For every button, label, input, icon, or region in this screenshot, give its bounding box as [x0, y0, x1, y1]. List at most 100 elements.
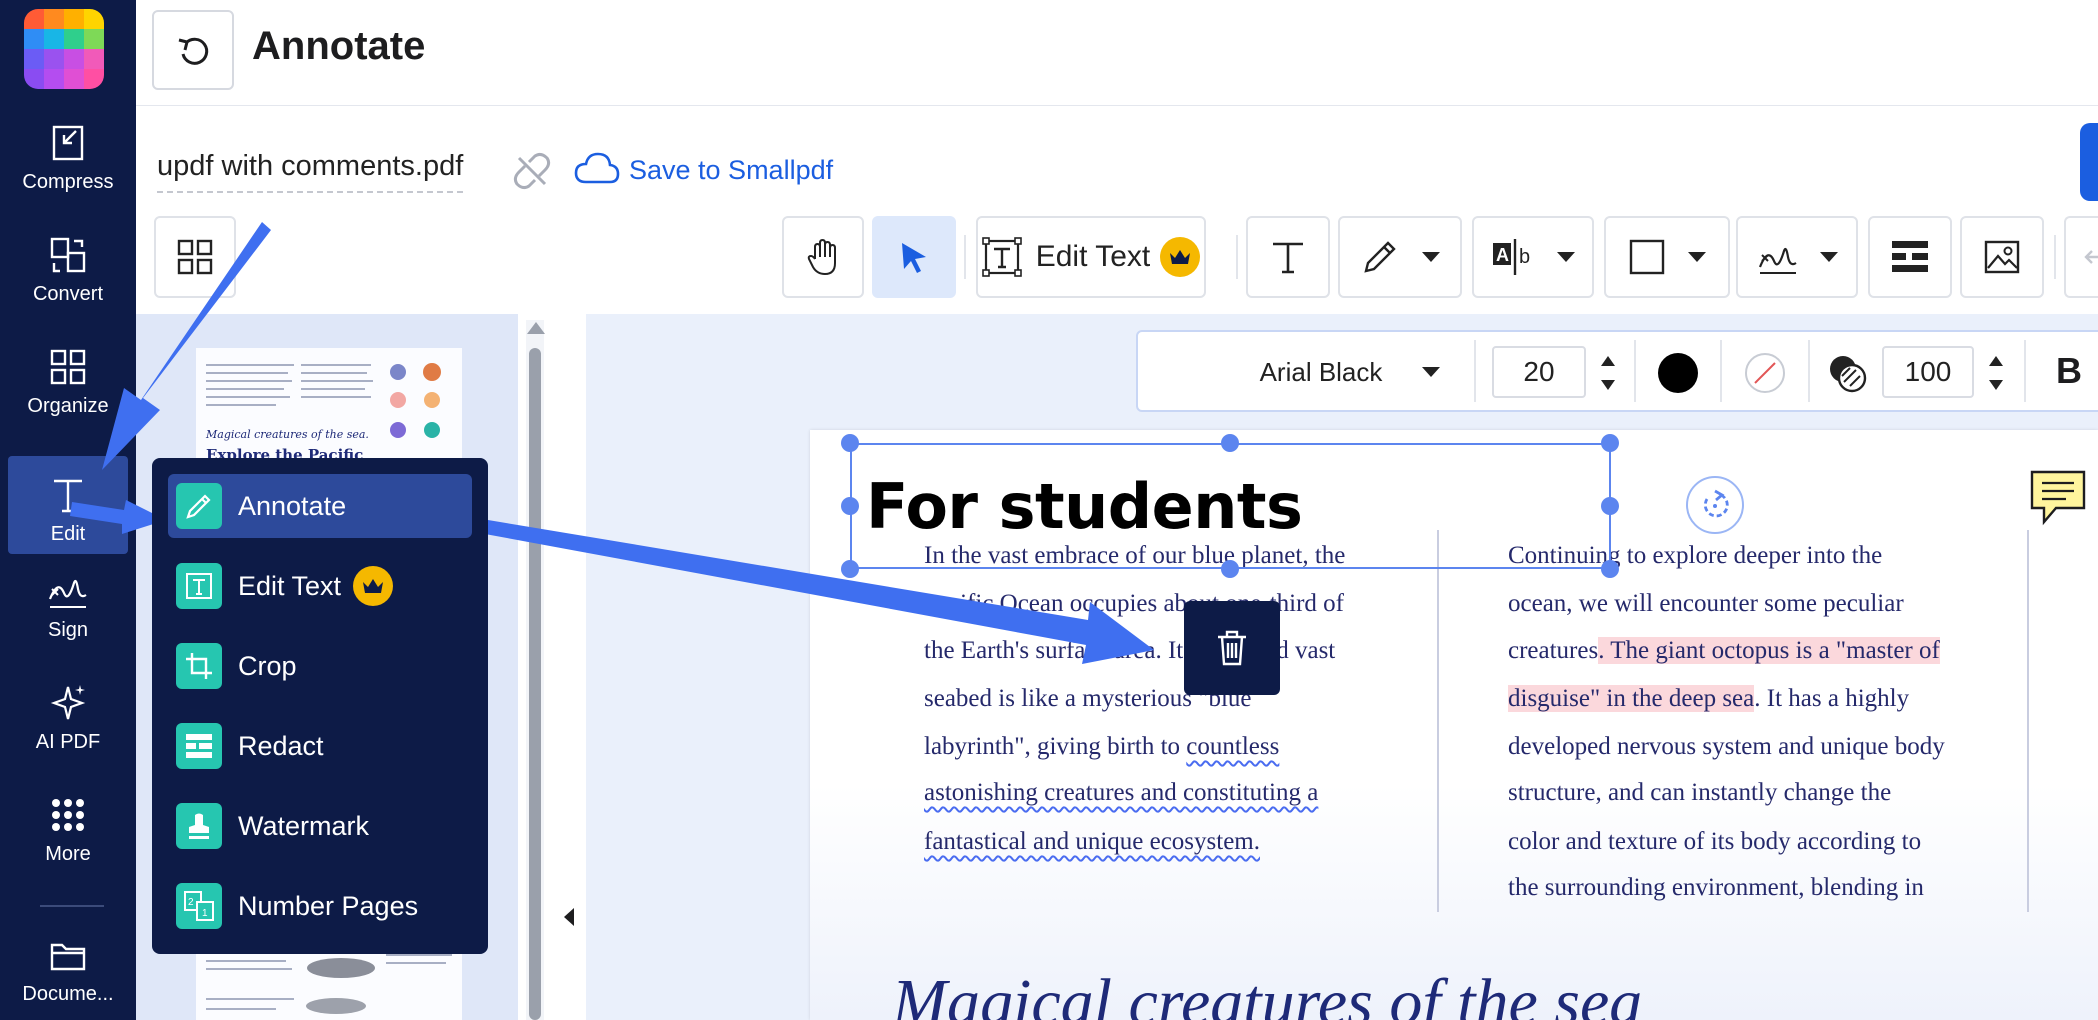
col2-line: disguise" in the deep sea. It has a high… [1508, 685, 1909, 713]
col2-line: the surrounding environment, blending in [1508, 874, 1924, 901]
sign-tool-button[interactable] [1736, 216, 1858, 298]
opacity-icon [1830, 356, 1867, 393]
resize-handle[interactable] [841, 560, 859, 578]
highlight-annotation[interactable]: disguise" in the deep sea [1508, 685, 1755, 712]
rail-item-edit[interactable]: Edit [8, 456, 128, 554]
chevron-down-icon [1422, 252, 1440, 262]
text-selection-box[interactable] [850, 443, 1611, 569]
scrollbar-thumb[interactable] [529, 348, 541, 1020]
menu-label-edit-text: Edit Text [238, 570, 342, 601]
unlink-icon[interactable] [511, 150, 553, 192]
resize-handle[interactable] [841, 497, 859, 515]
comment-note-icon[interactable] [2028, 468, 2088, 526]
back-button[interactable] [152, 10, 234, 90]
undo-icon [178, 37, 209, 65]
nav-rail: Compress Convert Organize Edit Sign AI P… [0, 0, 136, 1020]
add-text-button[interactable] [1246, 216, 1330, 298]
resize-handle[interactable] [1601, 497, 1619, 515]
organize-icon [50, 349, 86, 385]
cloud-icon[interactable] [574, 150, 620, 186]
resize-handle[interactable] [1601, 560, 1619, 578]
col2-line: developed nervous system and unique body [1508, 733, 1945, 760]
no-fill-slash-icon [1754, 362, 1776, 384]
bold-button[interactable]: B [2056, 350, 2082, 392]
col2-text: creatures [1508, 637, 1599, 664]
fill-color-none-swatch[interactable] [1745, 353, 1785, 393]
crop-icon [176, 643, 222, 689]
draw-tool-button[interactable] [1338, 216, 1462, 298]
resize-handle[interactable] [1221, 560, 1239, 578]
chevron-down-icon [1820, 252, 1838, 262]
whale-illustration [306, 958, 375, 1014]
delete-button[interactable] [1184, 601, 1280, 695]
dots-grid-icon [52, 799, 84, 831]
collapse-panel-button[interactable] [564, 908, 574, 926]
column-divider [1437, 530, 1439, 912]
svg-text:1: 1 [202, 908, 208, 919]
rail-divider [40, 905, 104, 907]
menu-item-number-pages[interactable]: 21 Number Pages [168, 874, 472, 938]
col1-text: labyrinth", giving birth to [924, 733, 1187, 760]
rail-item-documents[interactable]: Docume... [8, 918, 128, 1014]
col2-line: color and texture of its body according … [1508, 828, 1922, 855]
edit-text-button[interactable]: Edit Text [976, 216, 1206, 298]
premium-crown-icon [353, 566, 394, 606]
redact-tool-button[interactable] [1868, 216, 1952, 298]
rectangle-icon [1629, 239, 1665, 275]
hand-tool-button[interactable] [782, 216, 864, 298]
edit-text-label: Edit Text [1035, 240, 1151, 273]
font-size-stepper[interactable] [1598, 350, 1618, 396]
menu-item-annotate[interactable]: Annotate [168, 474, 472, 538]
toolbar-overflow-button[interactable] [2064, 216, 2098, 298]
menu-item-watermark[interactable]: Watermark [168, 794, 472, 858]
rail-item-ai-pdf[interactable]: AI PDF [8, 666, 128, 762]
font-size-input[interactable]: 20 [1492, 346, 1586, 398]
save-to-smallpdf-link[interactable]: Save to Smallpdf [629, 155, 833, 186]
rail-item-organize[interactable]: Organize [8, 330, 128, 426]
grid-icon [177, 239, 213, 275]
toolbar-divider [964, 235, 966, 279]
squiggly-annotation[interactable]: countless [1186, 733, 1279, 760]
select-tool-button[interactable] [872, 216, 956, 298]
rail-label-compress: Compress [22, 171, 114, 193]
thumbnail-view-button[interactable] [154, 216, 236, 298]
arrow-left-icon [2084, 250, 2098, 264]
rail-item-compress[interactable]: Compress [8, 106, 128, 202]
shape-tool-button[interactable] [1604, 216, 1730, 298]
menu-item-crop[interactable]: Crop [168, 634, 472, 698]
sparkles-icon [50, 685, 86, 720]
primary-action-button[interactable] [2080, 123, 2098, 201]
opacity-input[interactable]: 100 [1882, 346, 1974, 398]
text-style-button[interactable]: Ab [1472, 216, 1594, 298]
menu-label-crop: Crop [238, 650, 297, 681]
thumbnail-caption: Magical creatures of the sea. [206, 428, 369, 441]
menu-label-redact: Redact [238, 730, 324, 761]
rail-item-more[interactable]: More [8, 778, 128, 874]
highlight-annotation[interactable]: . The giant octopus is a "master of [1598, 637, 1940, 664]
file-name-field[interactable]: updf with comments.pdf [157, 150, 464, 193]
rail-item-convert[interactable]: Convert [8, 218, 128, 314]
chevron-down-icon [1422, 367, 1440, 377]
resize-handle[interactable] [1221, 434, 1239, 452]
resize-handle[interactable] [841, 434, 859, 452]
opacity-stepper[interactable] [1986, 350, 2006, 396]
image-icon [1984, 240, 2020, 274]
menu-item-redact[interactable]: Redact [168, 714, 472, 778]
rail-label-organize: Organize [27, 395, 109, 417]
col2-line: ocean, we will encounter some peculiar [1508, 590, 1904, 617]
rail-item-sign[interactable]: Sign [8, 554, 128, 650]
rotate-handle[interactable] [1686, 476, 1744, 534]
squiggly-annotation[interactable]: astonishing creatures and constituting a [924, 779, 1318, 807]
format-divider [1474, 340, 1476, 402]
trash-icon [1218, 630, 1246, 666]
font-family-select[interactable]: Arial Black [1180, 347, 1462, 397]
rail-label-sign: Sign [47, 619, 89, 641]
text-color-swatch[interactable] [1658, 353, 1698, 393]
rail-label-convert: Convert [32, 283, 104, 305]
scroll-up-arrow[interactable] [527, 322, 545, 334]
smallpdf-logo[interactable] [24, 9, 104, 89]
menu-item-edit-text[interactable]: Edit Text [168, 554, 472, 618]
image-tool-button[interactable] [1960, 216, 2044, 298]
squiggly-annotation[interactable]: fantastical and unique ecosystem. [924, 828, 1260, 856]
resize-handle[interactable] [1601, 434, 1619, 452]
